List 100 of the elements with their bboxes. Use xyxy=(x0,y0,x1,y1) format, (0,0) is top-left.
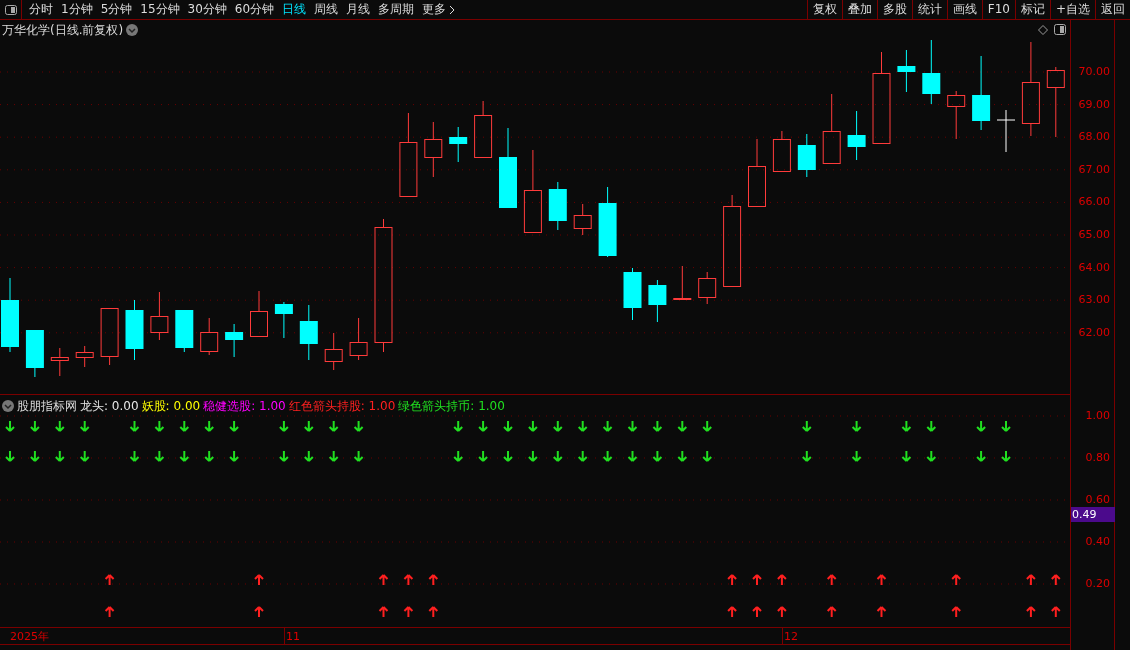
indicator-value: 稳健选股: 1.00 xyxy=(203,398,286,415)
down-arrow-icon xyxy=(577,450,588,462)
down-arrow-icon xyxy=(328,420,339,432)
down-arrow-icon xyxy=(478,450,489,462)
down-arrow-icon xyxy=(303,450,314,462)
indicator-name: 股朋指标网 xyxy=(17,398,77,415)
candle xyxy=(573,203,592,236)
down-arrow-icon xyxy=(702,420,713,432)
candle xyxy=(598,186,617,258)
period-tab[interactable]: 周线 xyxy=(310,0,343,19)
down-arrow-icon xyxy=(229,450,240,462)
down-arrow-icon xyxy=(503,450,513,462)
candle xyxy=(897,49,916,93)
up-arrow-icon xyxy=(254,574,264,586)
down-arrow-icon xyxy=(652,450,663,462)
candle xyxy=(698,271,717,305)
down-arrow-icon xyxy=(552,420,563,432)
down-arrow-icon xyxy=(79,420,90,432)
indicator-axis-label: 0.40 xyxy=(1085,536,1110,548)
indicator-axis-label: 0.80 xyxy=(1085,452,1110,464)
down-arrow-icon xyxy=(79,450,90,462)
down-arrow-icon xyxy=(1001,420,1011,432)
up-arrow-icon xyxy=(104,574,115,586)
candle xyxy=(175,309,194,353)
toolbar-button[interactable]: 画线 xyxy=(946,0,982,19)
down-arrow-icon xyxy=(801,420,812,432)
dropdown-icon[interactable] xyxy=(126,24,139,36)
up-arrow-icon xyxy=(876,574,887,586)
down-arrow-icon xyxy=(851,450,862,462)
diamond-icon[interactable] xyxy=(1038,24,1048,35)
candle xyxy=(922,39,941,105)
period-tab[interactable]: 多周期 xyxy=(374,0,419,19)
toolbar-button[interactable]: 叠加 xyxy=(841,0,877,19)
down-arrow-icon xyxy=(552,450,563,462)
up-arrow-icon xyxy=(1050,574,1061,586)
price-axis-label: 66.00 xyxy=(1078,196,1110,209)
up-arrow-icon xyxy=(403,574,414,586)
down-arrow-icon xyxy=(303,420,314,432)
up-arrow-icon xyxy=(776,574,787,586)
candle xyxy=(748,138,766,207)
toolbar-button[interactable]: +自选 xyxy=(1049,0,1095,19)
down-arrow-icon xyxy=(627,450,638,462)
up-arrow-icon xyxy=(378,606,389,618)
up-arrow-icon xyxy=(378,574,389,586)
period-tab[interactable]: 1分钟 xyxy=(57,0,97,19)
candle xyxy=(947,90,966,140)
candle xyxy=(822,93,841,165)
candle xyxy=(996,109,1016,153)
down-arrow-icon xyxy=(577,420,588,432)
indicator-axis-label: 0.20 xyxy=(1085,578,1110,590)
more-button[interactable]: 更多 xyxy=(418,0,460,19)
toolbar-button[interactable]: 多股 xyxy=(876,0,912,19)
down-arrow-icon xyxy=(5,420,15,432)
candle xyxy=(150,291,169,341)
candle xyxy=(299,304,318,361)
price-axis-label: 69.00 xyxy=(1078,98,1110,111)
down-arrow-icon xyxy=(702,450,713,462)
toolbar-button[interactable]: 复权 xyxy=(806,0,842,19)
panel-toggle-icon[interactable] xyxy=(1054,24,1066,35)
time-axis-label: 2025年 xyxy=(10,629,49,645)
candle xyxy=(50,347,69,377)
indicator-value: 红色箭头持股: 1.00 xyxy=(288,398,396,415)
candle xyxy=(349,317,368,361)
down-arrow-icon xyxy=(154,420,165,432)
candle xyxy=(648,279,667,323)
up-arrow-icon xyxy=(1025,574,1036,586)
candle xyxy=(474,100,493,158)
up-arrow-icon xyxy=(403,606,414,618)
candle xyxy=(1046,66,1065,138)
candle xyxy=(772,130,791,173)
toolbar-button[interactable]: 标记 xyxy=(1014,0,1050,19)
time-axis-label: 11 xyxy=(286,629,300,645)
up-arrow-icon xyxy=(752,606,762,618)
period-tab[interactable]: 月线 xyxy=(342,0,375,19)
price-axis-label: 68.00 xyxy=(1078,131,1110,144)
candle xyxy=(225,323,244,358)
up-arrow-icon xyxy=(428,606,439,618)
toolbar-button[interactable]: 统计 xyxy=(911,0,947,19)
period-tab[interactable]: 30分钟 xyxy=(183,0,231,19)
toolbar-button[interactable]: F10 xyxy=(981,0,1015,19)
chevron-right-icon xyxy=(449,4,456,15)
down-arrow-icon xyxy=(801,450,812,462)
candle xyxy=(75,345,94,368)
down-arrow-icon xyxy=(677,420,688,432)
candle xyxy=(25,329,44,378)
down-arrow-icon xyxy=(129,420,140,432)
period-tab[interactable]: 日线 xyxy=(278,0,311,19)
stock-title: 万华化学(日线.前复权) xyxy=(2,22,124,39)
period-tab[interactable]: 60分钟 xyxy=(230,0,279,19)
toolbar-button[interactable]: 返回 xyxy=(1095,0,1130,19)
price-axis-label: 64.00 xyxy=(1078,261,1110,274)
down-arrow-icon xyxy=(602,450,613,462)
dropdown-icon[interactable] xyxy=(2,400,14,412)
period-tab[interactable]: 分时 xyxy=(25,0,57,19)
period-tab[interactable]: 5分钟 xyxy=(96,0,137,19)
period-tab[interactable]: 15分钟 xyxy=(136,0,184,19)
down-arrow-icon xyxy=(154,450,165,462)
down-arrow-icon xyxy=(677,450,688,462)
down-arrow-icon xyxy=(29,420,40,432)
down-arrow-icon xyxy=(204,450,215,462)
